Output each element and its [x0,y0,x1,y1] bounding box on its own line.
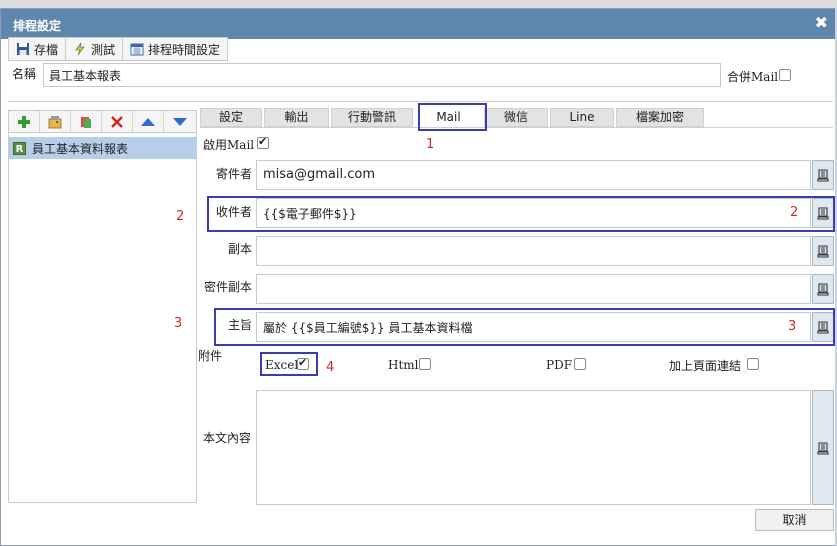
tab-file-encryption[interactable]: 檔案加密 [616,108,704,127]
schedule-time-button[interactable]: 排程時間設定 [123,38,227,60]
annotation-number-4: 4 [326,360,335,375]
subject-picker-button[interactable] [812,312,834,342]
tab-output[interactable]: 輸出 [264,108,329,127]
move-up-button[interactable] [133,111,164,132]
cc-label: 副本 [228,242,253,256]
list-item-label: 員工基本資料報表 [32,141,129,156]
enable-mail-label: 啟用Mail [203,138,255,152]
tab-settings[interactable]: 設定 [200,108,262,127]
tab-line[interactable]: Line [550,108,614,127]
schedule-time-label: 排程時間設定 [148,42,221,57]
save-icon [17,43,29,55]
dialog-title: 排程設定 [13,19,62,33]
tab-bar: 設定 輸出 行動警訊 Mail 微信 Line 檔案加密 [200,108,706,128]
body-picker-button[interactable] [812,390,834,505]
window-top-strip [0,0,837,8]
merge-mail-checkbox[interactable] [779,69,791,81]
add-button[interactable] [9,111,40,132]
add-report-icon [48,115,62,128]
pdf-option-label: PDF [546,358,573,372]
add-icon [18,115,30,128]
body-textarea[interactable] [256,390,811,505]
cc-picker-button[interactable] [812,236,834,266]
delete-icon [111,115,123,128]
scroll-icon [817,169,829,182]
annotation-number-1: 1 [426,137,435,152]
page-link-checkbox[interactable] [747,358,759,370]
merge-mail-label: 合併Mail [727,70,779,84]
list-item[interactable]: R 員工基本資料報表 [9,137,196,159]
dialog-titlebar: 排程設定 ✖ [1,9,836,39]
annotation-number-3: 3 [174,316,183,331]
page-link-option-label: 加上頁面連結 [669,359,742,373]
recipient-picker-button[interactable] [812,198,834,228]
tab-mobile-alert[interactable]: 行動警訊 [331,108,413,127]
report-badge-icon: R [13,141,26,155]
excel-checkbox[interactable] [297,356,309,370]
save-label: 存檔 [34,42,59,57]
cancel-button[interactable]: 取消 [755,509,834,531]
sender-picker-button[interactable] [812,160,834,190]
main-toolbar: 存檔 測試 排程時間設定 [8,37,229,61]
report-list-panel: R 員工基本資料報表 [8,110,197,503]
html-option-label: Html [388,358,419,372]
annotation-number-2-right: 2 [790,205,799,220]
copy-button[interactable] [71,111,102,132]
scroll-icon [817,441,829,455]
pdf-checkbox[interactable] [574,358,586,370]
recipient-label: 收件者 [216,205,253,219]
excel-option-label: Excel [265,358,299,372]
scroll-icon [817,245,829,258]
tab-wechat[interactable]: 微信 [484,108,548,127]
cc-field[interactable] [256,236,811,266]
name-label: 名稱 [12,67,37,81]
divider [8,101,833,102]
delete-button[interactable] [102,111,133,132]
attachment-label: 附件 [198,349,223,363]
lightning-icon [75,42,85,56]
body-label: 本文內容 [203,431,252,445]
report-list-toolbar [9,111,196,133]
save-button[interactable]: 存檔 [9,38,67,60]
scroll-icon [817,321,829,334]
name-input[interactable]: 員工基本報表 [43,63,721,87]
sender-label: 寄件者 [216,167,253,181]
annotation-number-2: 2 [176,209,185,224]
scroll-icon [817,283,829,296]
test-button[interactable]: 測試 [66,38,124,60]
html-checkbox[interactable] [419,358,431,370]
tabs-underline [200,127,833,128]
bcc-label: 密件副本 [204,280,253,294]
subject-field[interactable]: 屬於 {{$員工編號$}} 員工基本資料檔 [256,312,811,342]
calendar-icon [130,43,144,56]
move-down-icon [172,117,187,126]
test-label: 測試 [91,42,116,57]
enable-mail-checkbox[interactable] [257,135,269,149]
copy-icon [81,116,91,128]
close-icon[interactable]: ✖ [815,13,828,32]
recipient-field[interactable]: {{$電子郵件$}} [256,198,811,228]
bcc-picker-button[interactable] [812,274,834,304]
sender-field[interactable]: misa@gmail.com [256,160,811,190]
move-down-button[interactable] [164,111,195,132]
subject-label: 主旨 [228,318,253,332]
move-up-icon [141,117,155,126]
tab-mail[interactable]: Mail [415,108,482,127]
scroll-icon [817,207,829,220]
bcc-field[interactable] [256,274,811,304]
add-report-button[interactable] [40,111,71,132]
annotation-number-3-right: 3 [788,319,797,334]
